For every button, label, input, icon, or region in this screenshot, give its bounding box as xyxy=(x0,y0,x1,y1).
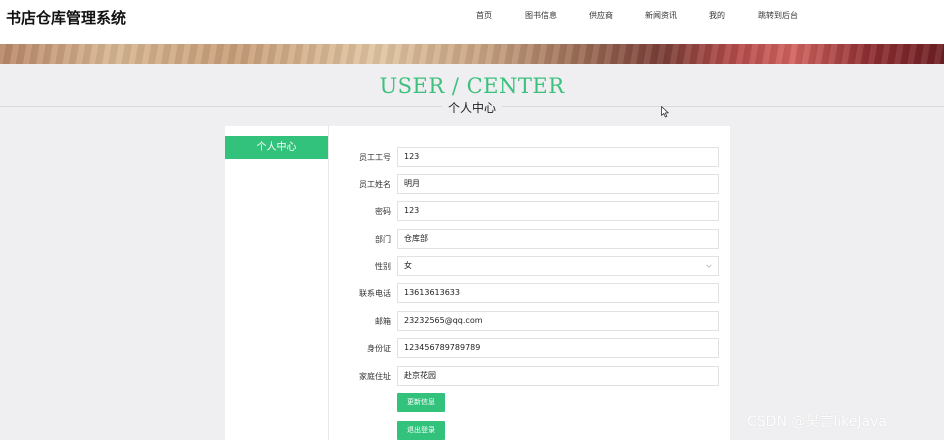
email-input[interactable]: 23232565@qq.com xyxy=(397,311,719,331)
form-row-employee-name: 员工姓名 明月 xyxy=(329,174,730,195)
gender-label: 性别 xyxy=(375,262,391,271)
form-row-email: 邮箱 23232565@qq.com xyxy=(329,311,730,332)
form-row-employee-id: 员工工号 123 xyxy=(329,147,730,168)
nav-item-suppliers[interactable]: 供应商 xyxy=(589,10,613,21)
sidebar: 个人中心 xyxy=(225,126,329,440)
nav-item-books[interactable]: 图书信息 xyxy=(525,10,557,21)
id-card-input[interactable]: 123456789789789 xyxy=(397,338,719,358)
page-title-cn-wrap: 个人中心 xyxy=(0,99,944,116)
logout-button[interactable]: 退出登录 xyxy=(397,421,445,440)
sidebar-item-user-center[interactable]: 个人中心 xyxy=(225,136,328,159)
employee-id-label: 员工工号 xyxy=(359,153,391,162)
mouse-cursor-icon xyxy=(661,106,669,118)
page-header: USER / CENTER 个人中心 xyxy=(0,64,944,124)
page-title-en: USER / CENTER xyxy=(379,74,565,98)
employee-id-input[interactable]: 123 xyxy=(397,147,719,167)
nav-item-admin[interactable]: 跳转到后台 xyxy=(758,10,798,21)
watermark: CSDN @昊言likeJava xyxy=(747,414,887,430)
form-row-gender: 性别 女 xyxy=(329,256,730,277)
top-navbar: 书店仓库管理系统 首页 图书信息 供应商 新闻资讯 我的 跳转到后台 xyxy=(0,0,944,44)
address-label: 家庭住址 xyxy=(359,372,391,381)
gender-select[interactable]: 女 xyxy=(397,256,719,276)
nav-item-home[interactable]: 首页 xyxy=(476,10,492,21)
phone-input[interactable]: 13613613633 xyxy=(397,283,719,303)
password-input[interactable]: 123 xyxy=(397,201,719,221)
form-row-address: 家庭住址 赴京花园 xyxy=(329,366,730,387)
nav-item-news[interactable]: 新闻资讯 xyxy=(645,10,677,21)
user-center-panel: 个人中心 员工工号 123 员工姓名 明月 密码 123 部门 仓库部 性别 女… xyxy=(225,126,730,440)
password-label: 密码 xyxy=(375,207,391,216)
phone-label: 联系电话 xyxy=(359,289,391,298)
form-row-phone: 联系电话 13613613633 xyxy=(329,283,730,304)
main-nav: 首页 图书信息 供应商 新闻资讯 我的 跳转到后台 xyxy=(0,10,944,26)
employee-name-label: 员工姓名 xyxy=(359,180,391,189)
banner-image xyxy=(0,44,944,64)
address-input[interactable]: 赴京花园 xyxy=(397,366,719,386)
gender-select-value: 女 xyxy=(404,261,412,270)
id-card-label: 身份证 xyxy=(367,344,391,353)
form-row-department: 部门 仓库部 xyxy=(329,229,730,250)
department-input[interactable]: 仓库部 xyxy=(397,229,719,249)
email-label: 邮箱 xyxy=(375,317,391,326)
employee-name-input[interactable]: 明月 xyxy=(397,174,719,194)
form-row-id-card: 身份证 123456789789789 xyxy=(329,338,730,359)
nav-item-mine[interactable]: 我的 xyxy=(709,10,725,21)
department-label: 部门 xyxy=(375,235,391,244)
chevron-down-icon xyxy=(706,264,712,268)
form-row-password: 密码 123 xyxy=(329,201,730,222)
page-title-cn: 个人中心 xyxy=(441,101,502,115)
update-info-button[interactable]: 更新信息 xyxy=(397,393,445,412)
